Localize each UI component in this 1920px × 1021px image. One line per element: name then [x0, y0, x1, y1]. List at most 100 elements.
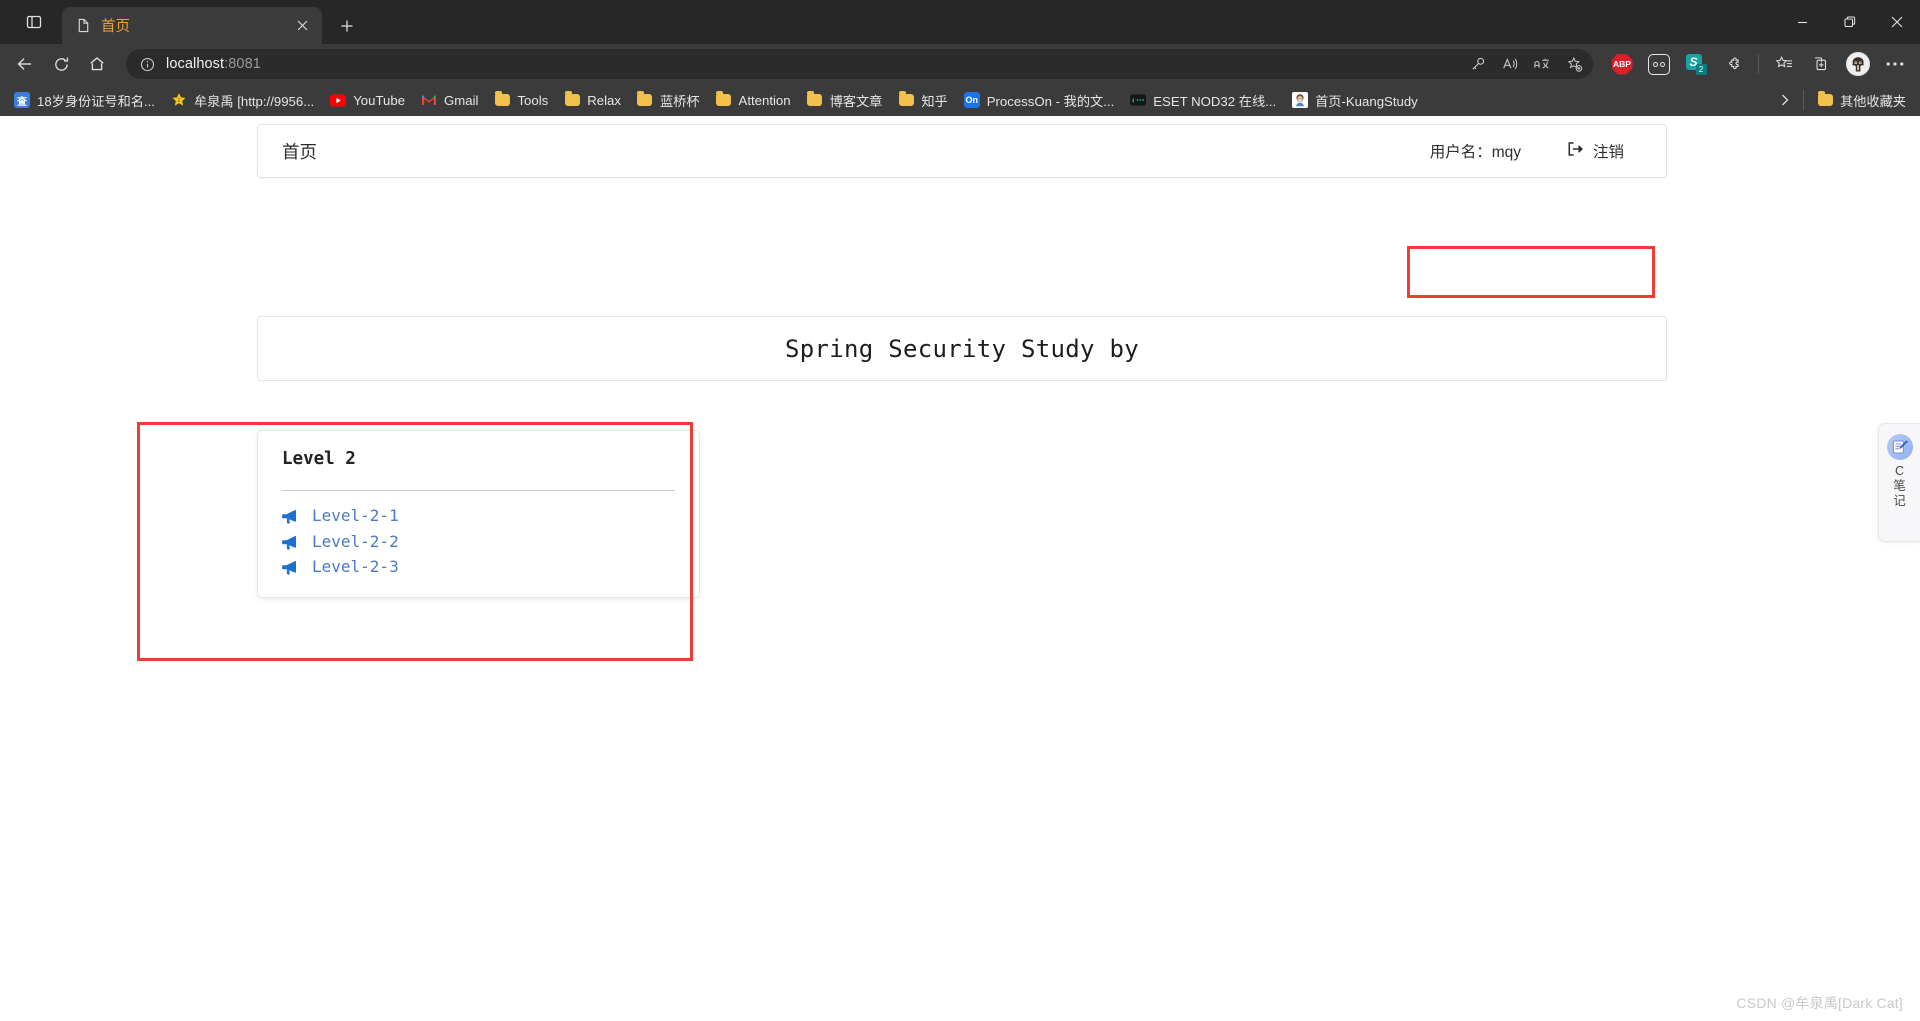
folder-icon [1817, 91, 1833, 108]
star-icon: z [171, 92, 187, 108]
browser-tab[interactable]: 首页 [62, 7, 322, 44]
notebook-pen-icon [1886, 434, 1913, 460]
csdn-watermark: CSDN @牟泉禹[Dark Cat] [1736, 995, 1903, 1011]
tab-actions-area [6, 0, 62, 44]
bookmark-item[interactable]: 博客文章 [799, 87, 891, 113]
bookmark-label: ProcessOn - 我的文... [986, 93, 1115, 109]
bookmark-item[interactable]: Relax [556, 87, 629, 113]
bookmark-label: 牟泉禹 [http://9956... [193, 93, 315, 109]
key-icon[interactable] [1463, 51, 1493, 77]
back-button[interactable] [8, 49, 42, 79]
bookmarks-overflow-button[interactable] [1772, 87, 1798, 113]
bookmark-item[interactable]: 首页-KuangStudy [1284, 87, 1426, 113]
c-notes-float-widget[interactable]: C 笔 记 [1878, 423, 1920, 542]
card-link-label: Level-2-1 [312, 506, 399, 525]
bookmark-item[interactable]: ESET NOD32 在线... [1122, 87, 1284, 113]
card-link-level-2-3[interactable]: Level-2-3 [282, 556, 675, 578]
read-aloud-icon[interactable] [1495, 51, 1525, 77]
bookmarks-bar: 查 18岁身份证号和名... z 牟泉禹 [http://9956... You… [0, 84, 1920, 116]
bookmark-item[interactable]: 查 18岁身份证号和名... [6, 87, 163, 113]
bookmark-label: 18岁身份证号和名... [37, 93, 155, 109]
level2-card: Level 2 Level-2-1 Level-2-2 Level-2-3 [257, 430, 700, 598]
bookmark-item[interactable]: Attention [708, 87, 799, 113]
bookmark-item[interactable]: 知乎 [890, 87, 955, 113]
bookmark-label: 知乎 [921, 93, 948, 109]
oo-dot-left [1653, 61, 1658, 67]
extensions-puzzle-icon[interactable] [1716, 49, 1750, 79]
bookmark-item[interactable]: YouTube [322, 87, 413, 113]
browser-titlebar: 首页 [0, 0, 1920, 44]
site-info-icon[interactable] [136, 53, 158, 75]
bookmark-item[interactable]: Gmail [413, 87, 486, 113]
privacy-badger-icon[interactable] [1642, 49, 1676, 79]
card-title: Level 2 [282, 449, 356, 469]
card-divider [282, 490, 675, 491]
url-host: localhost [166, 56, 225, 72]
site-brand[interactable]: 首页 [282, 139, 317, 164]
oo-badge [1648, 53, 1670, 75]
c-notes-line-3: 记 [1893, 494, 1906, 508]
url-rest: :8081 [224, 56, 261, 72]
folder-icon [898, 91, 914, 108]
bullhorn-icon [282, 534, 300, 550]
bookmark-item[interactable]: Tools [486, 87, 556, 113]
extensions-area: ABP S 2 [1601, 49, 1912, 79]
abp-badge-label: ABP [1611, 53, 1633, 75]
bookmark-item[interactable]: 蓝桥杯 [629, 87, 708, 113]
s-note-badge: S 2 [1685, 53, 1707, 75]
folder-icon [494, 91, 510, 108]
sign-out-icon [1567, 141, 1584, 162]
tab-actions-button[interactable] [19, 7, 49, 37]
logout-link[interactable]: 注销 [1567, 140, 1624, 162]
jumbotron: Spring Security Study by [257, 316, 1667, 381]
processon-badge-text: On [963, 92, 980, 108]
profile-avatar[interactable] [1841, 49, 1875, 79]
minimize-button[interactable] [1779, 0, 1826, 44]
query-badge-icon: 查 [14, 92, 30, 108]
address-bar-url[interactable]: localhost:8081 [158, 56, 1463, 72]
bookmark-item[interactable]: On ProcessOn - 我的文... [956, 87, 1123, 113]
adblock-plus-icon[interactable]: ABP [1605, 49, 1639, 79]
bookmarks-divider [1803, 90, 1805, 110]
collections-icon[interactable] [1804, 49, 1838, 79]
toolbar-divider [1758, 54, 1759, 74]
bookmark-label: 博客文章 [829, 93, 883, 109]
new-tab-button[interactable] [330, 9, 363, 42]
bookmark-label: 首页-KuangStudy [1315, 93, 1418, 109]
card-link-level-2-1[interactable]: Level-2-1 [282, 505, 675, 527]
refresh-button[interactable] [44, 49, 78, 79]
bookmark-label: YouTube [353, 92, 406, 108]
query-badge-text: 查 [14, 92, 30, 108]
navbar-right-group: 用户名：mqy 注销 [1430, 140, 1642, 162]
address-bar-actions [1463, 51, 1589, 77]
other-bookmarks-label: 其他收藏夹 [1840, 93, 1906, 109]
folder-icon [637, 91, 653, 108]
s-note-icon[interactable]: S 2 [1679, 49, 1713, 79]
bullhorn-icon [282, 559, 300, 575]
settings-more-icon[interactable] [1878, 49, 1912, 79]
other-bookmarks-folder[interactable]: 其他收藏夹 [1809, 87, 1914, 113]
favorites-icon[interactable] [1767, 49, 1801, 79]
eset-icon [1130, 92, 1147, 108]
translate-icon[interactable] [1527, 51, 1557, 77]
card-link-level-2-2[interactable]: Level-2-2 [282, 531, 675, 553]
home-button[interactable] [80, 49, 114, 79]
window-controls [1779, 0, 1920, 44]
bookmark-label: ESET NOD32 在线... [1153, 93, 1277, 109]
card-link-list: Level-2-1 Level-2-2 Level-2-3 [282, 505, 675, 578]
address-bar[interactable]: localhost:8081 [126, 49, 1593, 79]
c-notes-line-1: C [1894, 464, 1904, 478]
youtube-icon [330, 92, 347, 108]
logout-label: 注销 [1592, 144, 1624, 161]
add-favorite-icon[interactable] [1559, 51, 1589, 77]
browser-toolbar: localhost:8081 ABP S 2 [0, 44, 1920, 84]
close-window-button[interactable] [1873, 0, 1920, 44]
folder-icon [716, 91, 732, 108]
page-icon [75, 17, 92, 34]
site-navbar: 首页 用户名：mqy 注销 [257, 124, 1667, 178]
bookmark-item[interactable]: z 牟泉禹 [http://9956... [163, 87, 322, 113]
bookmark-label: Relax [587, 92, 621, 108]
maximize-restore-button[interactable] [1826, 0, 1873, 44]
folder-icon [807, 91, 823, 108]
tab-close-button[interactable] [290, 14, 314, 38]
